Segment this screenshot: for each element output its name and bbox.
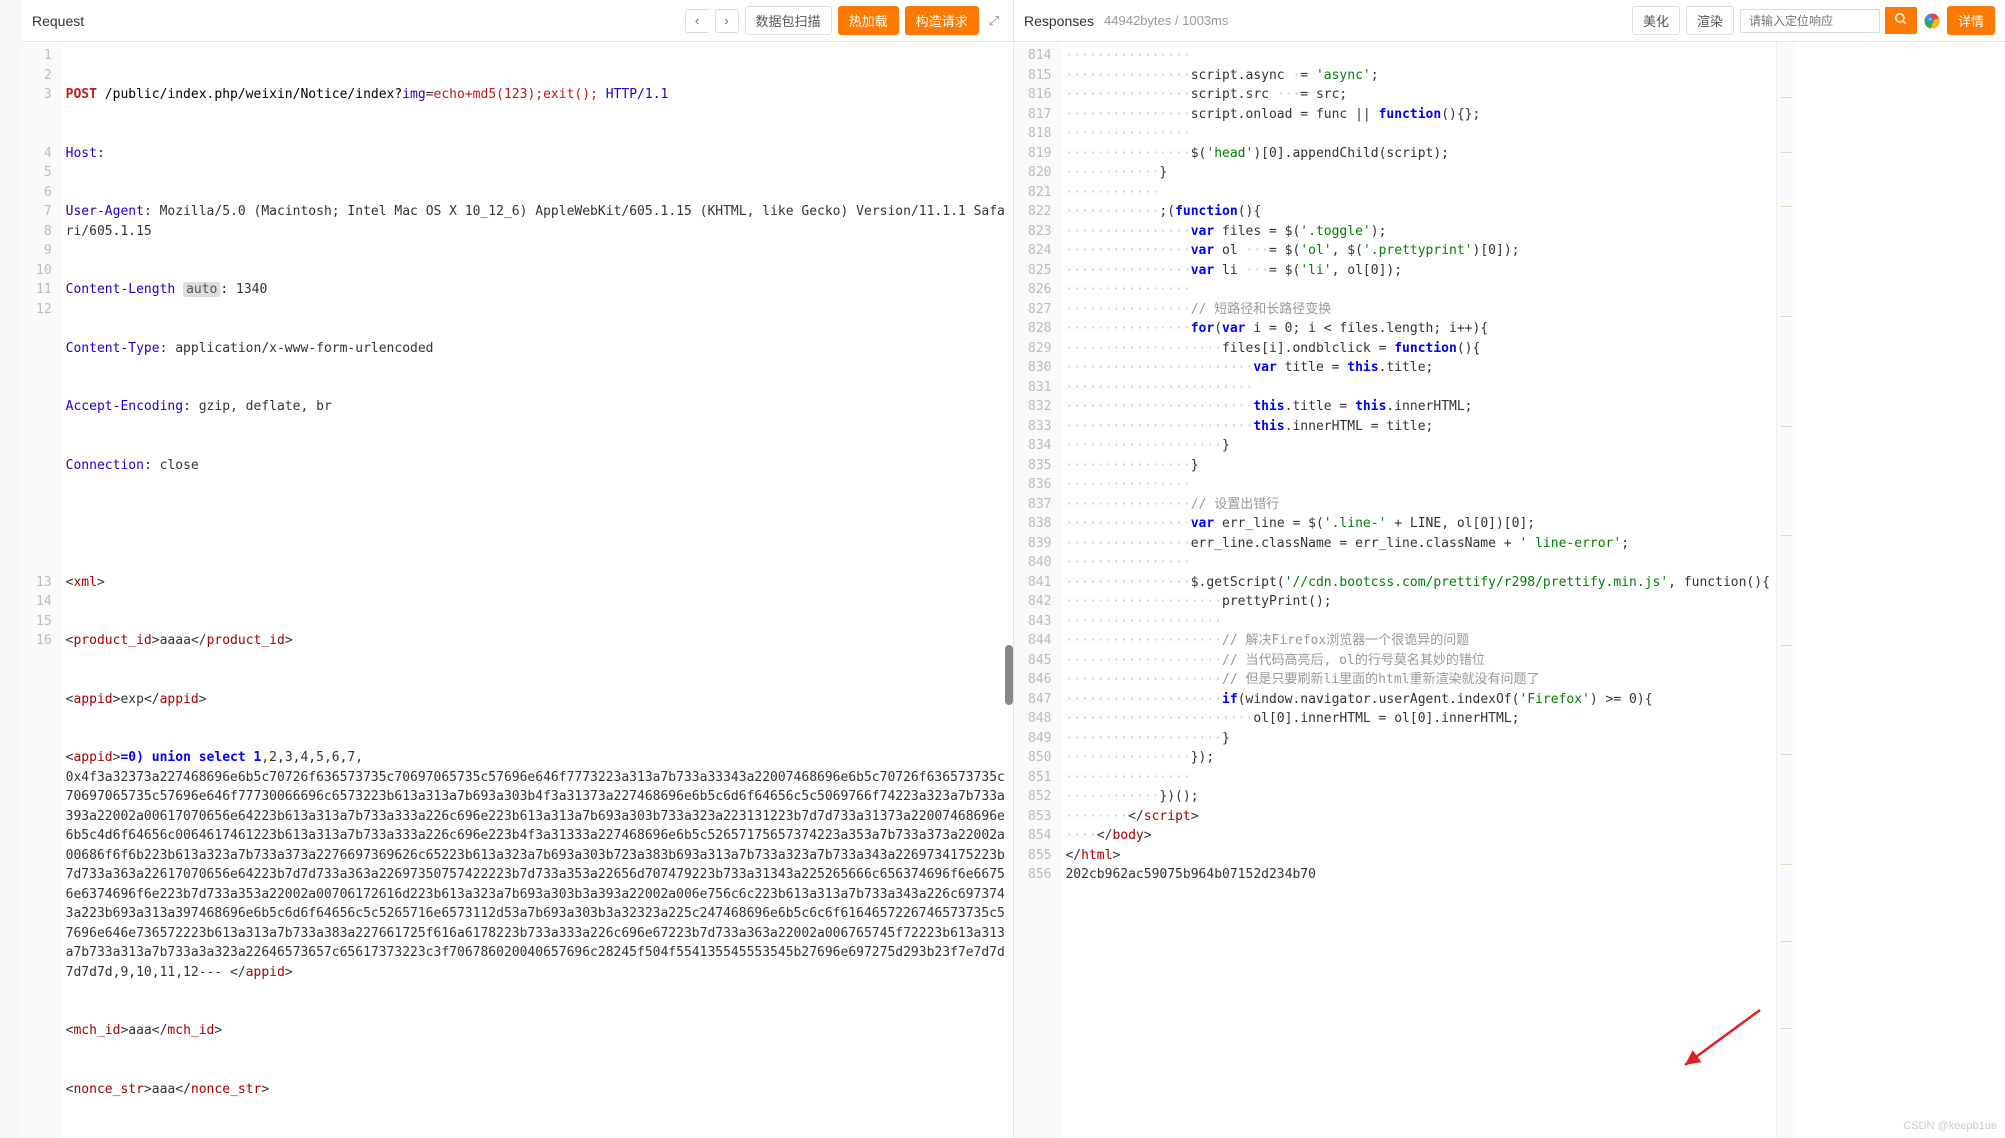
response-gutter: 8148158168178188198208218228238248258268… <box>1014 42 1061 1138</box>
watermark: CSDN @keepb1ue <box>1903 1120 1997 1132</box>
response-editor[interactable]: 8148158168178188198208218228238248258268… <box>1014 42 2005 1138</box>
response-title: Responses <box>1024 13 1094 29</box>
response-panel: Responses 44942bytes / 1003ms 美化 渲染 详情 8… <box>1014 0 2005 1138</box>
request-code[interactable]: POST /public/index.php/weixin/Notice/ind… <box>62 42 1013 1138</box>
construct-request-button[interactable]: 构造请求 <box>905 6 979 35</box>
scan-packet-button[interactable]: 数据包扫描 <box>745 6 832 35</box>
response-stats: 44942bytes / 1003ms <box>1104 13 1228 28</box>
search-button[interactable] <box>1885 7 1917 34</box>
request-panel: Request ‹ › 数据包扫描 热加载 构造请求 ⤢ 12345678910… <box>22 0 1014 1138</box>
expand-icon[interactable]: ⤢ <box>985 13 1003 29</box>
hotreload-button[interactable]: 热加载 <box>838 6 899 35</box>
request-editor[interactable]: 123456789101112 13141516 POST /public/in… <box>22 42 1013 1138</box>
chrome-icon[interactable] <box>1923 12 1941 30</box>
response-header: Responses 44942bytes / 1003ms 美化 渲染 详情 <box>1014 0 2005 42</box>
next-arrow-icon[interactable]: › <box>715 9 739 33</box>
request-title: Request <box>32 13 84 29</box>
response-code[interactable]: ································script.a… <box>1061 42 1775 1138</box>
request-gutter: 123456789101112 13141516 <box>22 42 62 1138</box>
minimap[interactable] <box>1776 42 1796 1138</box>
request-header: Request ‹ › 数据包扫描 热加载 构造请求 ⤢ <box>22 0 1013 42</box>
prev-arrow-icon[interactable]: ‹ <box>685 9 709 33</box>
detail-button[interactable]: 详情 <box>1947 6 1995 35</box>
scrollbar-thumb[interactable] <box>1005 645 1013 705</box>
render-button[interactable]: 渲染 <box>1686 6 1734 35</box>
beautify-button[interactable]: 美化 <box>1632 6 1680 35</box>
search-input[interactable] <box>1740 9 1880 33</box>
